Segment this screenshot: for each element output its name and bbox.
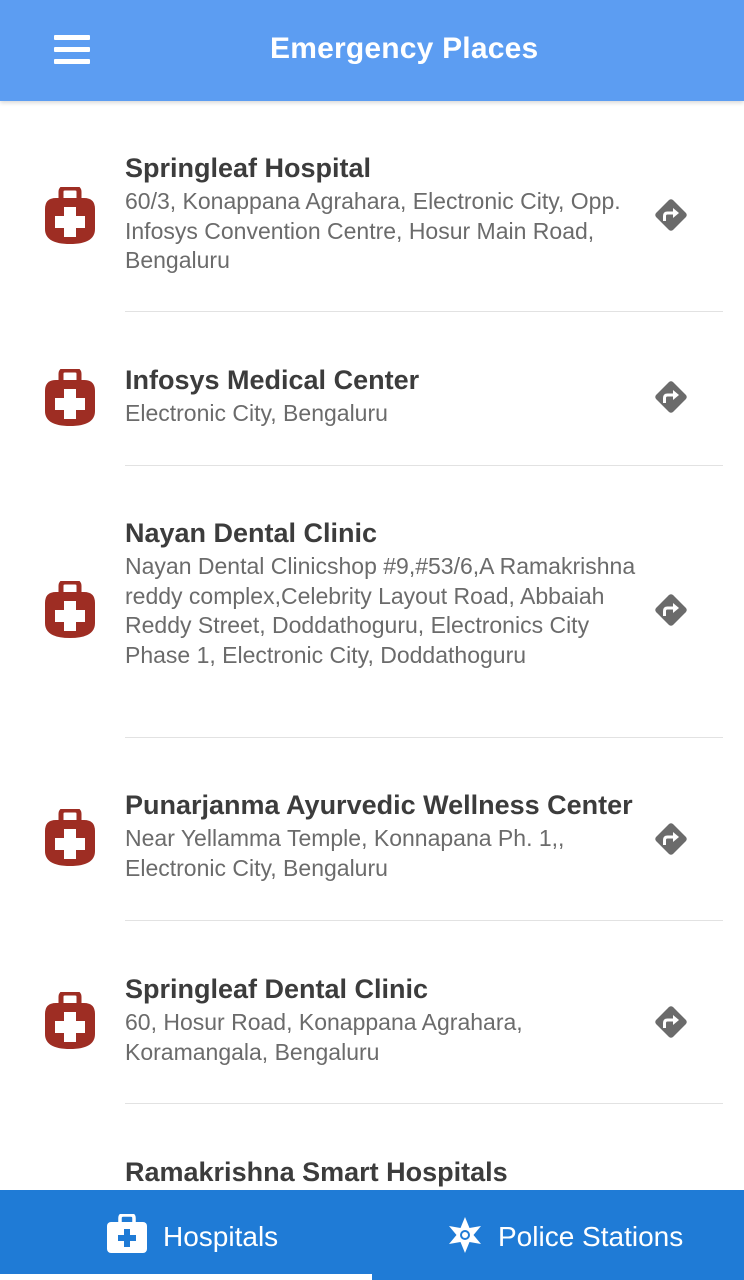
place-address: Electronic City, Bengaluru — [125, 400, 388, 426]
divider — [125, 311, 723, 312]
app-screen: Emergency Places Springleaf Hospital 60/… — [0, 0, 744, 1280]
divider — [125, 920, 723, 921]
directions-icon[interactable] — [653, 821, 689, 857]
tab-label: Police Stations — [498, 1221, 684, 1252]
page-title: Emergency Places — [270, 32, 539, 65]
hospital-icon — [45, 187, 95, 244]
place-info: Punarjanma Ayurvedic Wellness Center Nea… — [125, 788, 645, 883]
menu-bar — [54, 59, 90, 64]
place-name: Springleaf Hospital — [125, 153, 372, 183]
place-info: Springleaf Hospital 60/3, Konappana Agra… — [125, 151, 645, 276]
medical-kit-icon — [107, 1214, 147, 1253]
menu-bar — [54, 47, 90, 52]
menu-bar — [54, 35, 90, 40]
place-info: Springleaf Dental Clinic 60, Hosur Road,… — [125, 972, 645, 1067]
place-address: 60, Hosur Road, Konappana Agrahara, Kora… — [125, 1009, 523, 1065]
tab-hospitals[interactable]: Hospitals — [0, 1190, 372, 1280]
hamburger-menu-icon[interactable] — [54, 34, 90, 66]
divider — [125, 1103, 723, 1104]
hospital-icon — [45, 581, 95, 638]
tab-label: Hospitals — [163, 1221, 279, 1252]
places-list[interactable]: Springleaf Hospital 60/3, Konappana Agra… — [0, 101, 744, 1190]
place-name: Punarjanma Ayurvedic Wellness Center — [125, 790, 633, 820]
bottom-navigation: Hospitals Police Stations — [0, 1190, 744, 1280]
app-header: Emergency Places — [0, 0, 744, 101]
place-name: Infosys Medical Center — [125, 365, 420, 395]
selected-tab-indicator — [0, 1274, 372, 1280]
place-info: Infosys Medical Center Electronic City, … — [125, 363, 645, 429]
tab-police-stations[interactable]: Police Stations — [372, 1190, 744, 1280]
directions-icon[interactable] — [653, 592, 689, 628]
hospital-icon — [45, 369, 95, 426]
place-name: Springleaf Dental Clinic — [125, 974, 429, 1004]
police-badge-icon — [449, 1217, 481, 1253]
place-info: Nayan Dental Clinic Nayan Dental Clinics… — [125, 516, 645, 670]
divider — [125, 465, 723, 466]
hospital-icon — [45, 992, 95, 1049]
place-info: Ramakrishna Smart Hospitals — [125, 1155, 645, 1190]
place-address: Near Yellamma Temple, Konnapana Ph. 1,, … — [125, 825, 565, 881]
place-name: Ramakrishna Smart Hospitals — [125, 1157, 508, 1187]
place-name: Nayan Dental Clinic — [125, 518, 378, 548]
place-address: 60/3, Konappana Agrahara, Electronic Cit… — [125, 188, 621, 274]
hospital-icon — [45, 809, 95, 866]
directions-icon[interactable] — [653, 197, 689, 233]
directions-icon[interactable] — [653, 379, 689, 415]
place-address: Nayan Dental Clinicshop #9,#53/6,A Ramak… — [125, 553, 636, 668]
divider — [125, 737, 723, 738]
directions-icon[interactable] — [653, 1004, 689, 1040]
